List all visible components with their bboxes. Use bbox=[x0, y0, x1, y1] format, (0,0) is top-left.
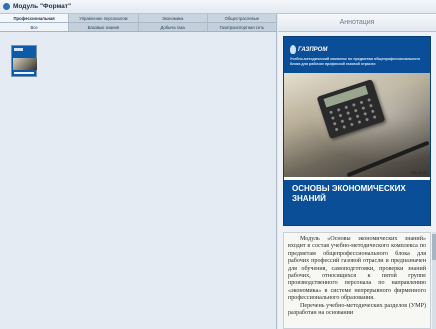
tab-general[interactable]: Общестраслевые bbox=[208, 14, 277, 22]
tab-gas-transport[interactable]: Газотранспортная сеть bbox=[208, 23, 277, 31]
cover-subtitle: Учебно-методический комплекс по предмета… bbox=[290, 57, 421, 66]
window-title: Модуль "Формат" bbox=[13, 3, 72, 10]
catalog-panel: Профессиональная Управление персоналом Э… bbox=[0, 14, 277, 329]
thumbnail-image bbox=[13, 58, 37, 70]
subcategory-tabs: Все Базовые знания Добыча газа Газотранс… bbox=[0, 23, 277, 32]
category-tabs: Профессиональная Управление персоналом Э… bbox=[0, 14, 277, 23]
app-icon bbox=[3, 3, 10, 10]
cover-code: ГКН-40-3 bbox=[410, 171, 425, 175]
window-titlebar: Модуль "Формат" bbox=[0, 0, 436, 14]
module-list bbox=[0, 32, 277, 329]
gazprom-logo: ГАЗПРОМ bbox=[290, 45, 327, 54]
module-thumbnail[interactable] bbox=[11, 45, 37, 77]
annotation-header: Аннотация bbox=[278, 14, 436, 32]
annotation-scrollbar[interactable] bbox=[432, 232, 436, 329]
scrollbar-thumb[interactable] bbox=[432, 234, 436, 260]
cover-title: ОСНОВЫ ЭКОНОМИЧЕСКИХ ЗНАНИЙ bbox=[292, 184, 406, 203]
tab-basic-knowledge[interactable]: Базовые знания bbox=[69, 23, 139, 31]
annotation-paragraph-1: Модуль «Основы экономических знаний» вхо… bbox=[288, 236, 426, 302]
annotation-paragraph-2: Перечень учебно-методических разделов (У… bbox=[288, 302, 426, 317]
tab-economics[interactable]: Экономика bbox=[139, 14, 208, 22]
logo-text: ГАЗПРОМ bbox=[298, 46, 328, 53]
book-cover: ГАЗПРОМ Учебно-методический комплекс по … bbox=[283, 36, 431, 226]
tab-professional[interactable]: Профессиональная bbox=[0, 14, 70, 22]
annotation-text: Модуль «Основы экономических знаний» вхо… bbox=[283, 232, 431, 329]
tab-all[interactable]: Все bbox=[0, 23, 70, 31]
flame-icon bbox=[290, 45, 296, 54]
thumbnail-logo bbox=[14, 48, 23, 51]
tab-personnel[interactable]: Управление персоналом bbox=[69, 14, 139, 22]
annotation-panel: Аннотация ГАЗПРОМ Учебно-методический ко… bbox=[278, 14, 436, 329]
tab-gas-production[interactable]: Добыча газа bbox=[139, 23, 208, 31]
cover-divider bbox=[284, 177, 430, 180]
thumbnail-title-bar bbox=[14, 72, 34, 74]
